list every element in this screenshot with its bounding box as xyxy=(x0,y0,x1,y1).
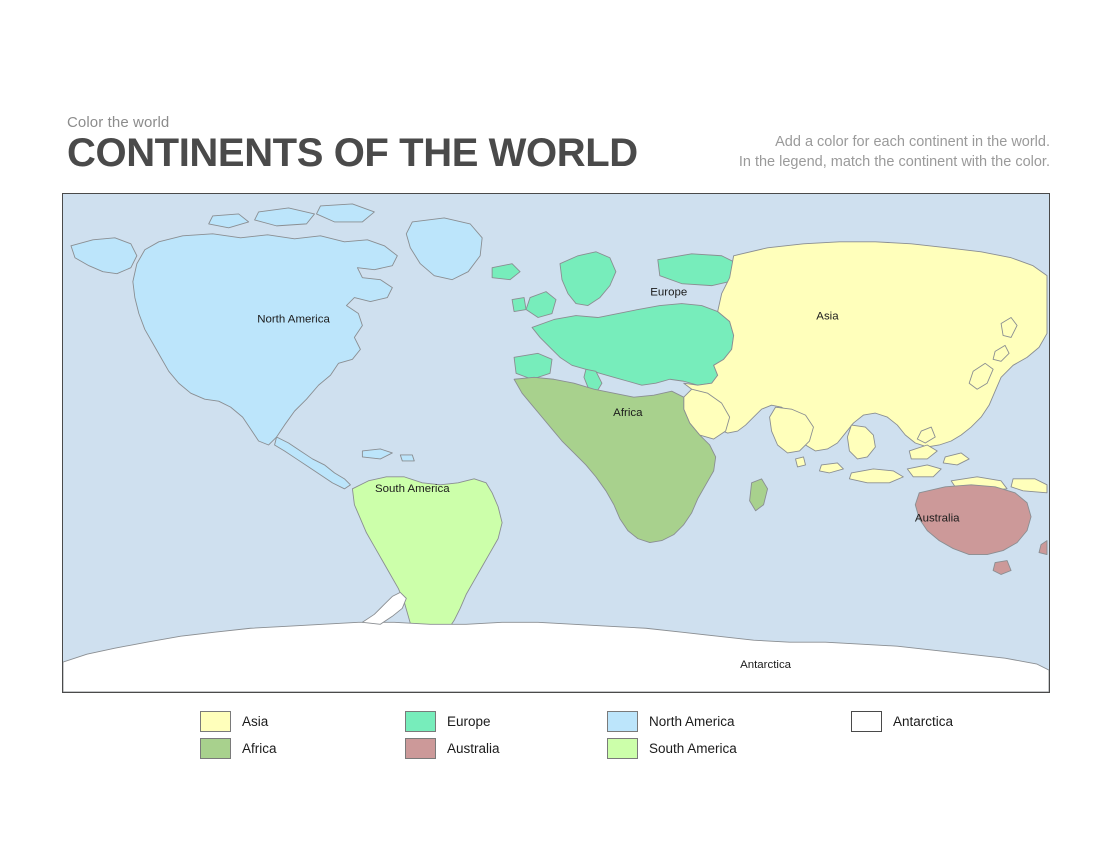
instruction-line-1: Add a color for each continent in the wo… xyxy=(775,134,1050,150)
legend-item-australia[interactable]: Australia xyxy=(405,737,500,759)
legend-item-north-america[interactable]: North America xyxy=(607,710,735,732)
legend-column-3: North America South America xyxy=(607,706,847,768)
header: Color the world CONTINENTS OF THE WORLD … xyxy=(62,110,1050,180)
legend-column-1: Asia Africa xyxy=(200,706,440,768)
legend: Asia Africa Europe Australia North Ameri… xyxy=(62,706,1050,768)
map-label-africa: Africa xyxy=(613,407,643,419)
legend-item-africa[interactable]: Africa xyxy=(200,737,277,759)
legend-label-asia: Asia xyxy=(242,713,269,729)
map-label-australia: Australia xyxy=(915,513,960,525)
worksheet-page: Color the world CONTINENTS OF THE WORLD … xyxy=(0,0,1100,850)
legend-swatch-africa[interactable] xyxy=(200,737,231,759)
instruction-line-2: In the legend, match the continent with … xyxy=(738,154,1050,170)
legend-item-asia[interactable]: Asia xyxy=(200,710,268,732)
eyebrow-text: Color the world xyxy=(67,114,170,131)
legend-swatch-antarctica[interactable] xyxy=(851,710,882,732)
legend-item-antarctica[interactable]: Antarctica xyxy=(851,710,953,732)
map-label-europe: Europe xyxy=(650,287,687,299)
legend-label-north-america: North America xyxy=(649,713,735,729)
legend-swatch-asia[interactable] xyxy=(200,710,231,732)
legend-swatch-europe[interactable] xyxy=(405,710,436,732)
legend-item-europe[interactable]: Europe xyxy=(405,710,491,732)
world-map-svg: North America Europe Asia Africa South A… xyxy=(63,194,1049,692)
legend-swatch-australia[interactable] xyxy=(405,737,436,759)
legend-swatch-south-america[interactable] xyxy=(607,737,638,759)
legend-label-australia: Australia xyxy=(447,740,500,756)
map-label-asia: Asia xyxy=(816,311,839,323)
legend-label-africa: Africa xyxy=(242,740,277,756)
map-label-antarctica: Antarctica xyxy=(740,659,792,671)
legend-swatch-north-america[interactable] xyxy=(607,710,638,732)
legend-column-4: Antarctica xyxy=(851,706,1091,768)
legend-label-south-america: South America xyxy=(649,740,737,756)
instructions: Add a color for each continent in the wo… xyxy=(630,132,1050,172)
legend-item-south-america[interactable]: South America xyxy=(607,737,737,759)
world-map[interactable]: North America Europe Asia Africa South A… xyxy=(62,193,1050,693)
map-label-north-america: North America xyxy=(257,314,330,326)
map-label-south-america: South America xyxy=(375,483,450,495)
legend-label-europe: Europe xyxy=(447,713,491,729)
legend-label-antarctica: Antarctica xyxy=(893,713,954,729)
page-title: CONTINENTS OF THE WORLD xyxy=(67,131,638,175)
